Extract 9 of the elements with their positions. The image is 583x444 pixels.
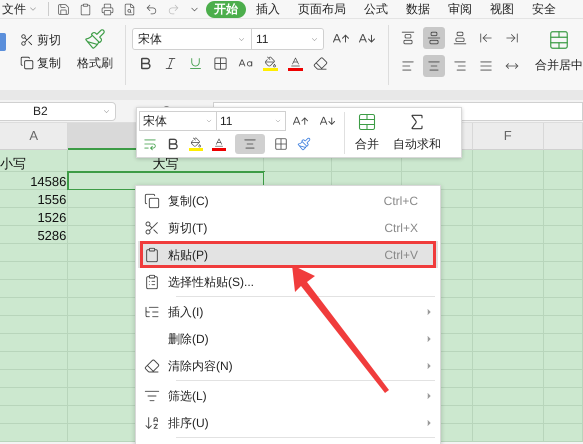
shortcut-text: Ctrl+V (384, 246, 418, 264)
shortcut-text: Ctrl+C (384, 192, 418, 210)
cell-text: 5286 (37, 229, 66, 243)
shortcut-text: Ctrl+X (384, 220, 418, 236)
cell-text: 小写 (0, 157, 26, 171)
cell-text: 大写 (152, 157, 178, 171)
cell-text: 1556 (37, 193, 66, 207)
cell-text: 1526 (37, 211, 66, 225)
cell-text: 14586 (30, 175, 66, 189)
